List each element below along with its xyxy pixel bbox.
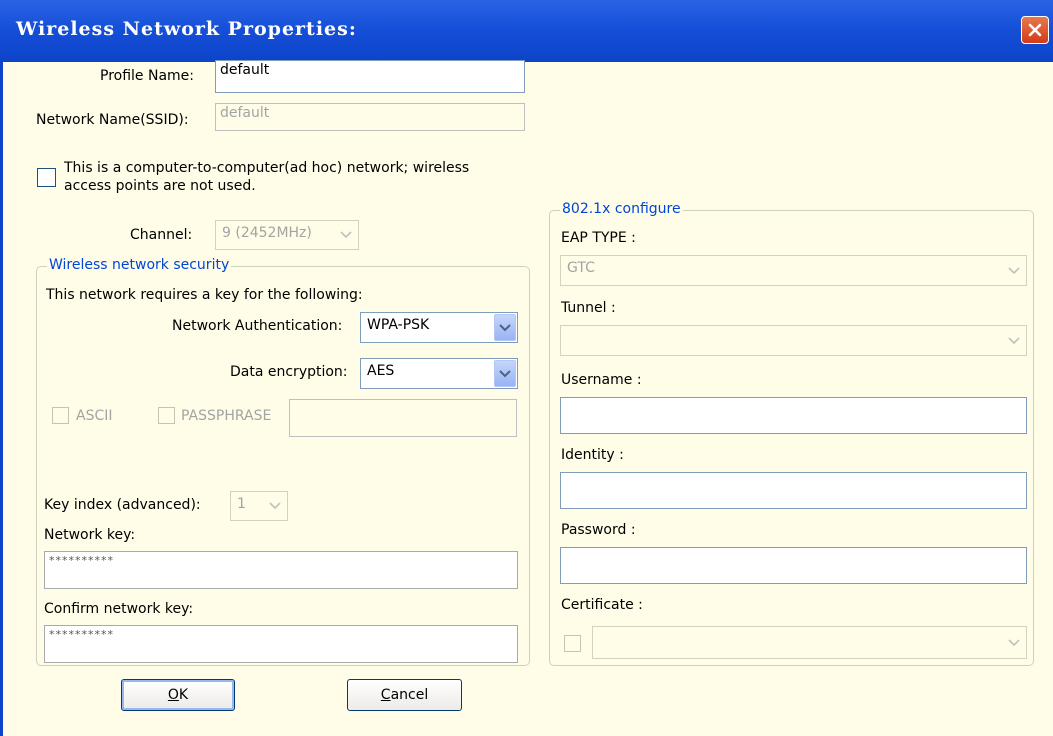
- auth-value: WPA-PSK: [367, 317, 430, 333]
- ascii-checkbox[interactable]: [52, 407, 69, 424]
- certificate-dropdown-arrow[interactable]: [1003, 628, 1025, 657]
- channel-select[interactable]: 9 (2452MHz): [215, 220, 359, 250]
- eap-type-select[interactable]: GTC: [560, 255, 1027, 286]
- encryption-label: Data encryption:: [230, 364, 348, 380]
- chevron-down-icon: [1008, 336, 1020, 344]
- identity-label: Identity :: [561, 447, 624, 463]
- network-key-input[interactable]: **********: [44, 551, 518, 589]
- certificate-checkbox[interactable]: [564, 635, 581, 652]
- chevron-down-icon: [269, 502, 281, 510]
- chevron-down-icon: [1008, 266, 1020, 274]
- passphrase-label: PASSPHRASE: [181, 408, 272, 424]
- encryption-value: AES: [367, 363, 395, 379]
- eap-type-value: GTC: [567, 260, 595, 276]
- channel-label: Channel:: [130, 227, 193, 243]
- adhoc-label-line1: This is a computer-to-computer(ad hoc) n…: [64, 160, 470, 176]
- channel-value: 9 (2452MHz): [222, 225, 312, 241]
- password-label: Password :: [561, 522, 636, 538]
- channel-dropdown-arrow[interactable]: [335, 222, 357, 248]
- security-legend: Wireless network security: [47, 257, 232, 273]
- cancel-button-label: Cancel: [380, 687, 429, 703]
- passphrase-input[interactable]: [289, 399, 517, 437]
- keyindex-dropdown-arrow[interactable]: [264, 493, 286, 519]
- window-title: Wireless Network Properties:: [16, 18, 357, 40]
- identity-input[interactable]: [560, 472, 1027, 509]
- security-intro: This network requires a key for the foll…: [46, 287, 363, 303]
- eap-dropdown-arrow[interactable]: [1003, 257, 1025, 284]
- ascii-label: ASCII: [76, 408, 113, 424]
- chevron-down-icon: [499, 323, 511, 331]
- password-input[interactable]: [560, 547, 1027, 584]
- tunnel-dropdown-arrow[interactable]: [1003, 327, 1025, 354]
- chevron-down-icon: [1008, 638, 1020, 646]
- window-left-border: [0, 62, 3, 736]
- auth-dropdown-arrow[interactable]: [494, 314, 516, 341]
- encryption-dropdown-arrow[interactable]: [494, 360, 516, 387]
- encryption-select[interactable]: AES: [360, 358, 518, 389]
- dot1x-legend: 802.1x configure: [560, 201, 683, 217]
- cancel-button[interactable]: Cancel: [347, 679, 462, 711]
- username-input[interactable]: [560, 397, 1027, 434]
- auth-select[interactable]: WPA-PSK: [360, 312, 518, 343]
- adhoc-checkbox[interactable]: [37, 168, 56, 187]
- ssid-label: Network Name(SSID):: [36, 112, 189, 128]
- network-key-label: Network key:: [44, 527, 136, 543]
- tunnel-select[interactable]: [560, 325, 1027, 356]
- confirm-key-label: Confirm network key:: [44, 601, 194, 617]
- ok-button-label: OK: [167, 687, 189, 703]
- eap-type-label: EAP TYPE :: [561, 230, 636, 246]
- chevron-down-icon: [340, 231, 352, 239]
- auth-label: Network Authentication:: [172, 318, 343, 334]
- profile-name-label: Profile Name:: [100, 68, 195, 84]
- certificate-label: Certificate :: [561, 597, 643, 613]
- confirm-key-input[interactable]: **********: [44, 625, 518, 663]
- passphrase-checkbox[interactable]: [158, 407, 175, 424]
- keyindex-select[interactable]: 1: [230, 491, 288, 521]
- ssid-input[interactable]: default: [215, 103, 525, 131]
- ok-button[interactable]: OK: [121, 679, 235, 711]
- profile-name-input[interactable]: default: [215, 60, 525, 93]
- properties-dialog: Wireless Network Properties: Profile Nam…: [0, 0, 1053, 736]
- close-icon: [1028, 23, 1042, 37]
- keyindex-label: Key index (advanced):: [44, 497, 201, 513]
- chevron-down-icon: [499, 369, 511, 377]
- title-bar[interactable]: Wireless Network Properties:: [0, 0, 1053, 62]
- tunnel-label: Tunnel :: [561, 300, 616, 316]
- username-label: Username :: [561, 372, 642, 388]
- close-button[interactable]: [1021, 16, 1049, 44]
- adhoc-label-line2: access points are not used.: [64, 178, 256, 194]
- certificate-select[interactable]: [592, 626, 1027, 659]
- keyindex-value: 1: [237, 496, 246, 512]
